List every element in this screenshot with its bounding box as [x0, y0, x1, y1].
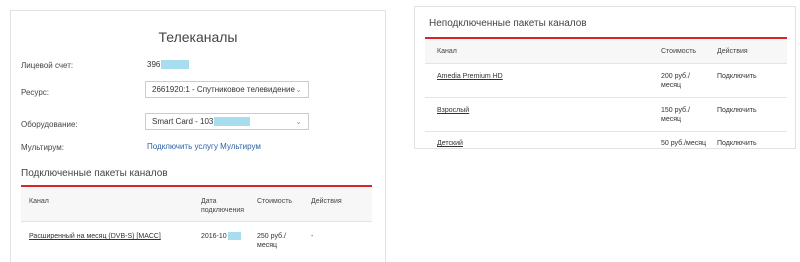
package-cost: 50 руб./месяц	[661, 140, 707, 147]
package-cost: 250 руб./ месяц	[257, 233, 286, 249]
package-action: -	[311, 233, 314, 240]
chevron-down-icon: ⌄	[295, 117, 302, 126]
package-cost: 150 руб./ месяц	[661, 107, 690, 123]
channel-link[interactable]: Расширенный на месяц (DVB-S) [МАСС]	[29, 232, 161, 241]
resource-label: Ресурс:	[21, 88, 50, 97]
redaction-mask	[161, 60, 190, 70]
chevron-down-icon: ⌄	[295, 85, 302, 94]
channel-link[interactable]: Взрослый	[437, 106, 469, 115]
header-actions: Действия	[311, 198, 342, 205]
resource-select[interactable]: 2661920:1 - Спутниковое телевидение ⌄	[145, 81, 309, 98]
redaction-mask	[214, 117, 251, 127]
equipment-select-value: Smart Card - 103	[152, 117, 214, 126]
row-divider	[425, 63, 787, 64]
channel-link[interactable]: Детский	[437, 139, 463, 148]
header-cost: Стоимость	[661, 48, 697, 55]
account-number: 396	[147, 60, 161, 69]
header-channel: Канал	[437, 48, 457, 55]
account-label: Лицевой счет:	[21, 61, 74, 70]
connection-date: 2016-10	[201, 232, 241, 241]
connect-button[interactable]: Подключить	[717, 106, 757, 115]
connected-packages-title: Подключенные пакеты каналов	[21, 168, 168, 179]
header-channel: Канал	[29, 198, 49, 205]
channel-link[interactable]: Amedia Premium HD	[437, 72, 503, 81]
header-cost: Стоимость	[257, 198, 293, 205]
connect-button[interactable]: Подключить	[717, 139, 757, 148]
package-cost: 200 руб./ месяц	[661, 73, 690, 89]
multiroom-label: Мультирум:	[21, 143, 64, 152]
available-packages-panel: Неподключенные пакеты каналов Канал Стои…	[414, 6, 796, 149]
account-value: 396	[147, 60, 190, 70]
header-date: Дата подключения	[201, 198, 245, 214]
row-divider	[21, 221, 372, 222]
equipment-select[interactable]: Smart Card - 103 ⌄	[145, 113, 309, 130]
multiroom-connect-link[interactable]: Подключить услугу Мультирум	[147, 142, 261, 151]
redaction-mask	[227, 232, 241, 241]
date-value: 2016-10	[201, 233, 227, 240]
resource-select-value: 2661920:1 - Спутниковое телевидение	[152, 85, 295, 94]
available-packages-title: Неподключенные пакеты каналов	[429, 18, 587, 29]
tv-channels-panel: Телеканалы Лицевой счет: 396 Ресурс: 266…	[10, 10, 386, 262]
header-actions: Действия	[717, 48, 748, 55]
equipment-label: Оборудование:	[21, 120, 78, 129]
row-divider	[425, 97, 787, 98]
connect-button[interactable]: Подключить	[717, 72, 757, 81]
row-divider	[425, 131, 787, 132]
page-title: Телеканалы	[158, 29, 238, 45]
